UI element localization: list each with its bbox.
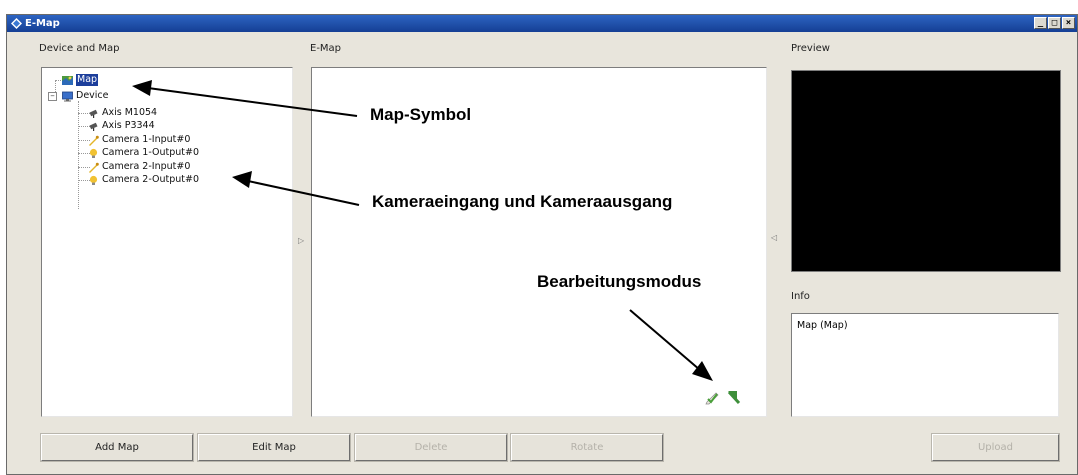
- edit-mode-icon[interactable]: [705, 391, 719, 405]
- title-bar[interactable]: E-Map _ □ ×: [7, 15, 1077, 32]
- window-controls: _ □ ×: [1034, 17, 1075, 30]
- annotation-edit-mode: Bearbeitungsmodus: [537, 272, 702, 291]
- tree-item-input[interactable]: Camera 1-Input#0: [88, 134, 190, 146]
- tree-item-camera[interactable]: Axis P3344: [88, 120, 155, 132]
- preview-label: Preview: [791, 43, 830, 54]
- rotate-button[interactable]: Rotate: [510, 433, 664, 462]
- device-and-map-label: Device and Map: [39, 43, 120, 54]
- camera-icon: [89, 122, 98, 131]
- tree-connector: [78, 101, 79, 209]
- output-bulb-icon: [89, 148, 98, 158]
- collapse-toggle-icon[interactable]: −: [48, 92, 57, 101]
- emap-window: E-Map _ □ × Device and Map E-Map Preview…: [6, 14, 1078, 475]
- tree-label-camera: Axis P3344: [102, 120, 155, 131]
- info-label: Info: [791, 291, 810, 302]
- minimize-button[interactable]: _: [1034, 17, 1047, 29]
- map-icon: [62, 75, 73, 85]
- tree-item-input[interactable]: Camera 2-Input#0: [88, 161, 190, 173]
- tree-label-output: Camera 2-Output#0: [102, 174, 200, 185]
- device-tree-panel[interactable]: Map − Device Axis M1054 Axis P3344 Camer…: [41, 67, 293, 417]
- collapse-right-icon[interactable]: ◁: [771, 233, 777, 242]
- tree-label-camera: Axis M1054: [102, 107, 158, 118]
- collapse-left-icon[interactable]: ▷: [298, 236, 304, 245]
- camera-icon: [89, 109, 98, 118]
- tree-item-device[interactable]: Device: [62, 90, 109, 102]
- tree-item-map[interactable]: Map: [62, 74, 99, 86]
- emap-label: E-Map: [310, 43, 342, 54]
- tree-label-map: Map: [76, 74, 99, 86]
- window-title: E-Map: [25, 18, 60, 29]
- document-caption: [0, 0, 300, 14]
- input-icon: [89, 162, 99, 173]
- annotation-map-symbol: Map-Symbol: [370, 105, 472, 124]
- monitor-icon: [62, 91, 73, 101]
- input-icon: [89, 135, 99, 146]
- info-panel: Map (Map): [791, 313, 1059, 417]
- app-logo-icon: [11, 18, 22, 29]
- tree-label-output: Camera 1-Output#0: [102, 147, 200, 158]
- close-button[interactable]: ×: [1062, 17, 1075, 29]
- upload-button[interactable]: Upload: [931, 433, 1060, 462]
- tree-label-input: Camera 2-Input#0: [102, 161, 191, 172]
- annotation-camera-io: Kameraeingang und Kameraausgang: [372, 192, 673, 211]
- delete-button[interactable]: Delete: [354, 433, 508, 462]
- maximize-button[interactable]: □: [1048, 17, 1061, 29]
- info-text: Map (Map): [797, 320, 848, 331]
- tree-item-output[interactable]: Camera 2-Output#0: [88, 174, 199, 186]
- add-map-button[interactable]: Add Map: [40, 433, 194, 462]
- preview-area: [791, 70, 1061, 272]
- go-up-arrow-icon[interactable]: [727, 390, 741, 405]
- tree-item-output[interactable]: Camera 1-Output#0: [88, 147, 199, 159]
- tree-label-device: Device: [76, 90, 109, 101]
- tree-label-input: Camera 1-Input#0: [102, 134, 191, 145]
- output-bulb-icon: [89, 175, 98, 185]
- tree-item-camera[interactable]: Axis M1054: [88, 107, 157, 119]
- edit-map-button[interactable]: Edit Map: [197, 433, 351, 462]
